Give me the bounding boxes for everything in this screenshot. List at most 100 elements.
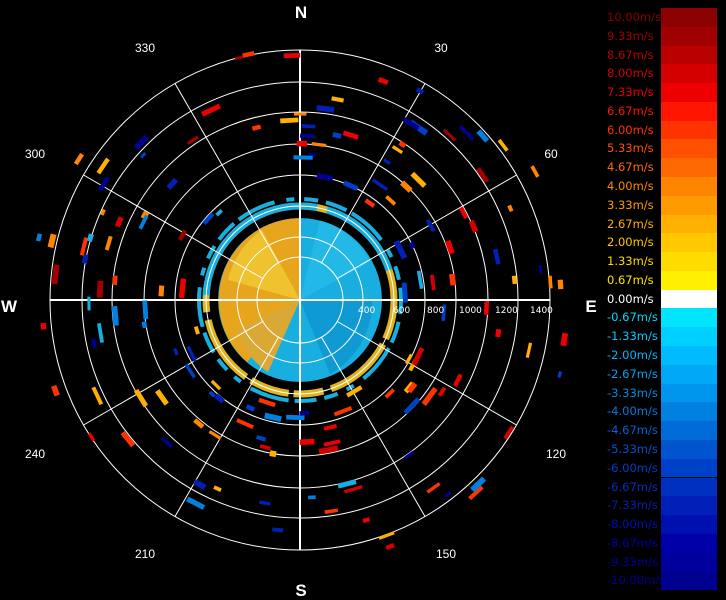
legend-entry: -8.67m/s (605, 533, 717, 553)
velocity-echo (283, 52, 301, 59)
velocity-echo (411, 346, 425, 367)
velocity-echo (51, 264, 60, 285)
velocity-echo (538, 264, 543, 274)
velocity-color-legend: 10.00m/s 9.33m/s 8.67m/s 8.00m/s 7.33m/s 6.67… (605, 8, 717, 591)
velocity-echo (114, 216, 124, 228)
velocity-echo (384, 388, 396, 399)
angle-label-240: 240 (25, 447, 45, 461)
velocity-echo (443, 490, 452, 498)
velocity-echo (186, 345, 197, 362)
velocity-echo (492, 248, 501, 265)
legend-label: -1.33m/s (607, 329, 658, 344)
legend-swatch (661, 289, 717, 309)
velocity-echo (193, 418, 205, 429)
velocity-echo (560, 332, 569, 347)
velocity-echo (187, 135, 199, 145)
legend-entry: -3.33m/s (605, 383, 717, 403)
velocity-echo (73, 152, 84, 166)
legend-label: 6.00m/s (607, 122, 654, 137)
velocity-echo (296, 140, 308, 147)
velocity-echo (362, 517, 371, 524)
velocity-echo (300, 133, 315, 139)
legend-entry: 2.67m/s (605, 214, 717, 234)
legend-swatch (661, 571, 717, 591)
velocity-echo (557, 371, 563, 378)
range-label-1000: 1000 (459, 306, 482, 316)
velocity-echo (51, 384, 60, 397)
legend-entry: 8.67m/s (605, 45, 717, 65)
legend-entry: -2.67m/s (605, 364, 717, 384)
legend-swatch (661, 101, 717, 121)
range-grid (49, 49, 551, 551)
angle-label-300: 300 (25, 147, 45, 161)
legend-label: 0.00m/s (607, 291, 654, 306)
velocity-echo (342, 130, 359, 140)
velocity-echo (398, 140, 407, 149)
legend-label: -5.33m/s (607, 441, 658, 456)
legend-swatch (661, 458, 717, 478)
legend-swatch (661, 364, 717, 384)
legend-entry: 9.33m/s (605, 26, 717, 46)
velocity-echo (104, 235, 113, 251)
velocity-echo (383, 158, 391, 165)
legend-entry: -10.00m/s (605, 571, 717, 591)
radar-ppi-plot: 400 600 800 1000 1200 1400 N E S W 30 60… (1, 3, 597, 600)
velocity-echo (372, 178, 389, 192)
legend-label: -3.33m/s (607, 385, 658, 400)
velocity-echo (393, 239, 408, 260)
velocity-echo (256, 435, 267, 442)
velocity-echo (311, 142, 327, 148)
velocity-echo (158, 285, 165, 297)
legend-label: -7.33m/s (607, 498, 658, 513)
velocity-echo (245, 404, 256, 412)
velocity-echo (507, 204, 514, 213)
velocity-echo (385, 543, 395, 551)
angle-label-330: 330 (135, 41, 155, 55)
legend-label: -8.00m/s (607, 517, 658, 532)
legend-swatch (661, 383, 717, 403)
legend-swatch (661, 402, 717, 422)
velocity-echo (166, 177, 179, 190)
velocity-echo (421, 386, 438, 406)
velocity-echo (385, 195, 397, 206)
velocity-echo (259, 500, 271, 506)
velocity-echo (86, 233, 94, 242)
legend-swatch (661, 515, 717, 534)
velocity-echo (530, 165, 540, 178)
velocity-echo (323, 439, 341, 447)
compass-north: N (295, 3, 307, 22)
angle-label-60: 60 (544, 147, 558, 161)
legend-label: -0.67m/s (607, 310, 658, 325)
legend-label: -2.00m/s (607, 348, 658, 363)
velocity-echo (213, 485, 222, 492)
legend-entry: 10.00m/s (605, 8, 717, 27)
velocity-echo (155, 389, 169, 406)
legend-swatch (661, 346, 717, 365)
legend-swatch (661, 552, 717, 572)
legend-entry: -4.00m/s (605, 402, 717, 422)
velocity-echo (96, 157, 110, 175)
legend-label: 0.67m/s (607, 272, 654, 287)
legend-entry: 0.00m/s (605, 289, 717, 309)
legend-entry: -0.67m/s (605, 308, 717, 328)
legend-entry: 6.67m/s (605, 101, 717, 121)
velocity-echo (91, 338, 98, 349)
legend-swatch (661, 64, 717, 84)
range-label-1200: 1200 (495, 306, 518, 316)
velocity-echo (186, 496, 206, 510)
velocity-echo (337, 479, 357, 489)
velocity-echo (259, 444, 272, 451)
velocity-echo (133, 134, 149, 151)
legend-label: 10.00m/s (607, 10, 661, 24)
velocity-echo (557, 279, 564, 290)
velocity-echo (172, 347, 179, 356)
velocity-echo (511, 275, 518, 285)
velocity-echo (483, 301, 490, 315)
legend-swatch (661, 120, 717, 140)
legend-swatch (661, 45, 717, 65)
velocity-echo (47, 233, 57, 249)
compass-east: E (585, 297, 596, 316)
legend-label: -6.67m/s (607, 479, 658, 494)
legend-swatch (661, 308, 717, 328)
velocity-echo (272, 527, 284, 533)
